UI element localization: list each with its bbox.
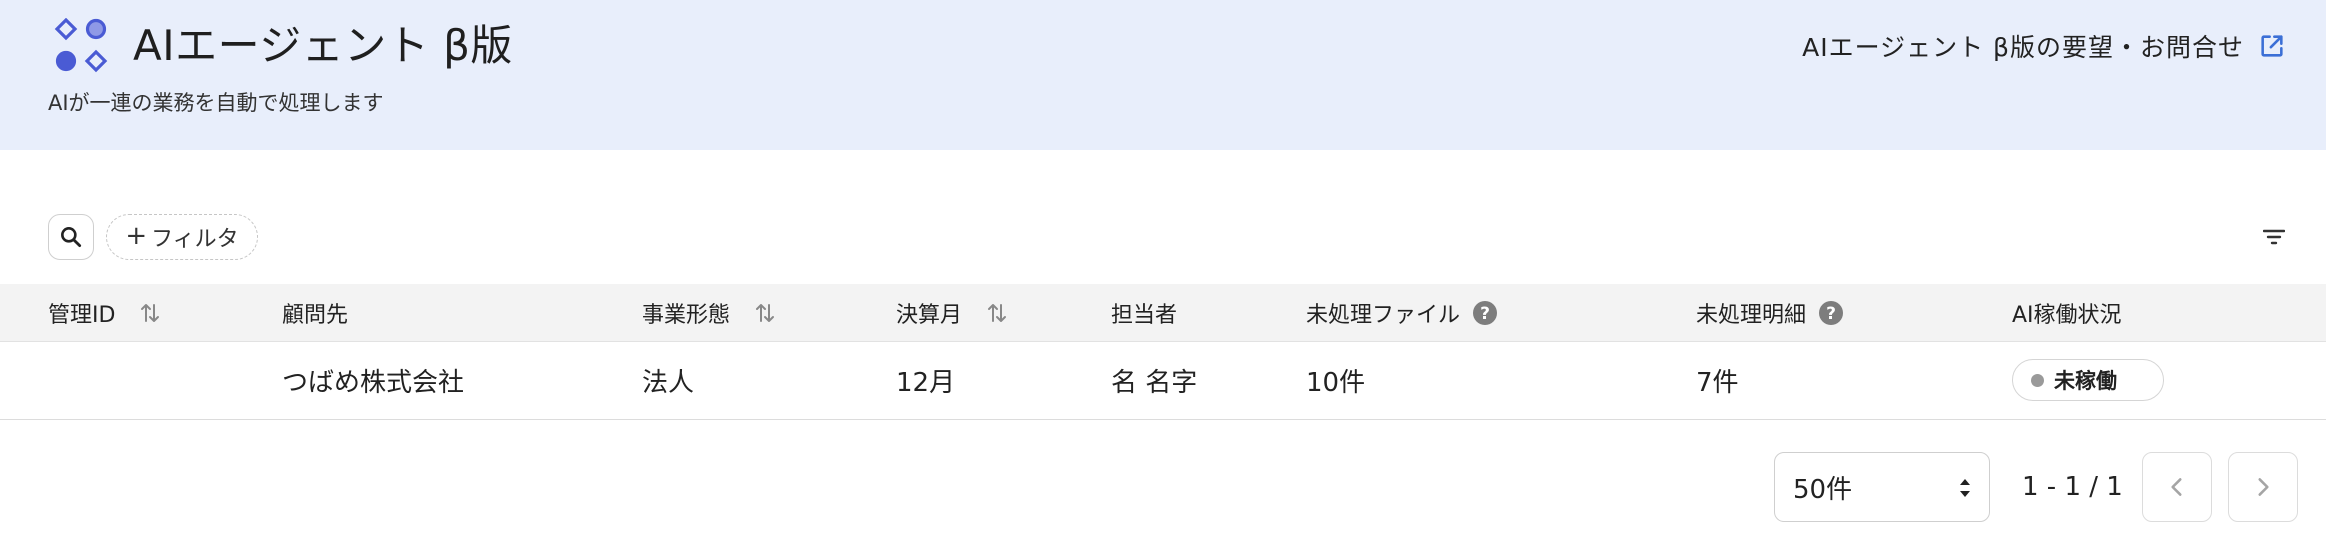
status-dot-icon <box>2031 373 2044 387</box>
previous-page-button[interactable] <box>2142 452 2212 522</box>
svg-text:?: ? <box>1480 304 1490 324</box>
page-size-value: 50件 <box>1793 474 1853 505</box>
table-row[interactable]: つばめ株式会社 法人 12月 名 名字 10件 7件 未稼働 <box>0 342 2326 420</box>
chevron-right-icon <box>2258 478 2269 496</box>
table-header: 管理ID 顧問先 事業形態 決算月 担当者 未処理ファイル ? 未処理明細 ? … <box>0 284 2326 342</box>
column-header-unprocessed-items: 未処理明細 ? <box>1696 284 1844 342</box>
page-subtitle: AIが一連の業務を自動で処理します <box>48 91 384 115</box>
ai-agent-logo-icon <box>54 18 108 73</box>
cell-business-type: 法人 <box>642 367 695 398</box>
next-page-button[interactable] <box>2228 452 2298 522</box>
column-header-ai-status: AI稼働状況 <box>2012 303 2122 328</box>
cell-unprocessed-files: 10件 <box>1306 367 1366 398</box>
page-title: AIエージェント β版 <box>133 21 513 70</box>
feedback-link-label: AIエージェント β版の要望・お問合せ <box>1802 33 2244 62</box>
feedback-link[interactable]: AIエージェント β版の要望・お問合せ <box>1802 26 2286 66</box>
cell-unprocessed-items: 7件 <box>1696 367 1739 398</box>
sort-icon[interactable] <box>986 301 1008 325</box>
help-icon[interactable]: ? <box>1818 300 1844 326</box>
sort-icon[interactable] <box>139 301 161 325</box>
chevron-left-icon <box>2171 478 2182 496</box>
filter-list-icon <box>2263 229 2285 245</box>
column-header-assignee: 担当者 <box>1111 303 1178 328</box>
select-arrows-icon <box>1960 479 1970 497</box>
cell-assignee: 名 名字 <box>1111 367 1198 398</box>
pagination-range: 1 - 1 / 1 <box>2022 472 2123 502</box>
search-button[interactable] <box>48 214 94 260</box>
cell-ai-status: 未稼働 <box>2012 342 2164 418</box>
page-size-select[interactable]: 50件 <box>1774 452 1990 522</box>
page-header: AIエージェント β版 AIが一連の業務を自動で処理します AIエージェント β… <box>0 0 2326 150</box>
display-settings-button[interactable] <box>2258 222 2290 252</box>
cell-client: つばめ株式会社 <box>282 367 465 398</box>
status-badge: 未稼働 <box>2012 359 2164 401</box>
svg-text:?: ? <box>1826 304 1836 324</box>
search-icon <box>61 227 82 248</box>
client-table: 管理ID 顧問先 事業形態 決算月 担当者 未処理ファイル ? 未処理明細 ? … <box>0 284 2326 420</box>
column-header-business-type: 事業形態 <box>642 284 776 342</box>
column-header-client: 顧問先 <box>282 303 349 328</box>
add-filter-label: フィルタ <box>151 227 239 252</box>
column-header-closing-month: 決算月 <box>896 284 1008 342</box>
status-badge-label: 未稼働 <box>2054 369 2117 393</box>
sort-icon[interactable] <box>754 301 776 325</box>
help-icon[interactable]: ? <box>1472 300 1498 326</box>
plus-icon: + <box>125 221 148 251</box>
column-header-id: 管理ID <box>48 284 161 342</box>
external-link-icon <box>2261 35 2283 57</box>
cell-closing-month: 12月 <box>896 367 956 398</box>
column-header-unprocessed-files: 未処理ファイル ? <box>1306 284 1498 342</box>
add-filter-button[interactable]: + フィルタ <box>106 214 258 260</box>
